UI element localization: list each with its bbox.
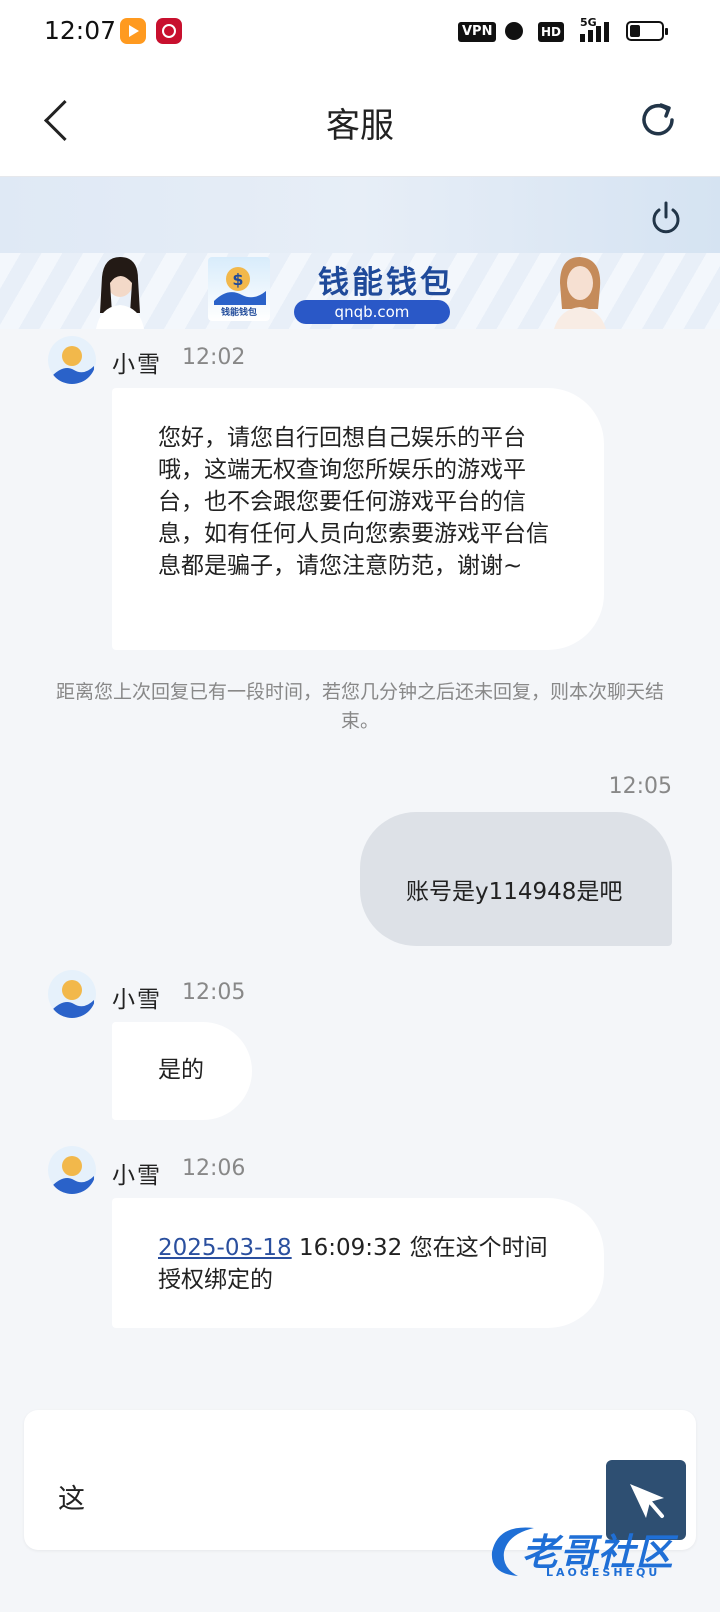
header: 客服 [0, 64, 720, 177]
refresh-button[interactable] [636, 98, 680, 142]
message-time: 12:06 [182, 1156, 246, 1181]
message-time: 12:05 [608, 774, 672, 799]
incoming-message-bubble[interactable]: 您好，请您自行回想自己娱乐的平台哦，这端无权查询您所娱乐的游戏平台，也不会跟您要… [112, 388, 604, 650]
message-time: 12:05 [182, 980, 246, 1005]
model-photo-right [554, 257, 606, 329]
incoming-message-bubble[interactable]: 是的 [112, 1022, 252, 1120]
agent-avatar[interactable] [48, 336, 96, 384]
message-time: 12:02 [182, 345, 246, 370]
brand-logo-icon [52, 1156, 94, 1194]
status-bar: 12:07 VPN HD 5G [0, 0, 720, 64]
sender-name: 小雪 [112, 352, 162, 378]
refresh-icon [642, 103, 674, 136]
power-icon [652, 201, 680, 234]
page-title: 客服 [326, 106, 394, 146]
watermark-subtext: LAOGESHEQU [546, 1566, 661, 1579]
bank-app-icon [156, 18, 182, 44]
sender-name: 小雪 [112, 1163, 162, 1189]
message-text: 是的 [158, 1057, 204, 1083]
brand-logo-icon [52, 980, 94, 1018]
incoming-message-bubble[interactable]: 2025-03-18 16:09:32 您在这个时间授权绑定的 [112, 1198, 604, 1328]
date-link[interactable]: 2025-03-18 [158, 1235, 292, 1261]
watermark: 老哥社区 LAOGESHEQU [484, 1516, 714, 1582]
model-photo-left [96, 257, 144, 329]
power-button[interactable] [648, 200, 684, 236]
signal-icon: 5G [578, 16, 618, 44]
agent-avatar[interactable] [48, 970, 96, 1018]
brand-name: 钱能钱包 [318, 265, 454, 301]
agent-avatar[interactable] [48, 1146, 96, 1194]
svg-text:$: $ [232, 270, 243, 289]
message-input[interactable] [58, 1476, 558, 1516]
sender-name: 小雪 [112, 987, 162, 1013]
brand-logo-icon [52, 346, 94, 384]
brand-logo-text: 钱能钱包 [220, 308, 257, 318]
brand-banner[interactable]: $ 钱能钱包 钱能钱包 qnqb.com [0, 253, 720, 329]
brand-url: qnqb.com [294, 300, 450, 324]
message-text: 账号是y114948是吧 [406, 879, 623, 905]
system-notice: 距离您上次回复已有一段时间，若您几分钟之后还未回复，则本次聊天结束。 [55, 681, 664, 732]
network-type: 5G [580, 16, 597, 29]
promo-strip [0, 177, 720, 253]
vpn-badge: VPN [458, 22, 497, 42]
brand-logo: $ 钱能钱包 [208, 257, 270, 321]
message-text: 您好，请您自行回想自己娱乐的平台哦，这端无权查询您所娱乐的游戏平台，也不会跟您要… [158, 425, 549, 579]
video-app-icon [120, 18, 146, 44]
battery-icon [626, 21, 668, 41]
outgoing-message-bubble[interactable]: 账号是y114948是吧 [360, 812, 672, 946]
status-time: 12:07 [44, 16, 117, 45]
hd-badge: HD [538, 22, 565, 42]
brand-logo-icon: $ [214, 267, 266, 305]
alarm-icon [505, 22, 523, 40]
